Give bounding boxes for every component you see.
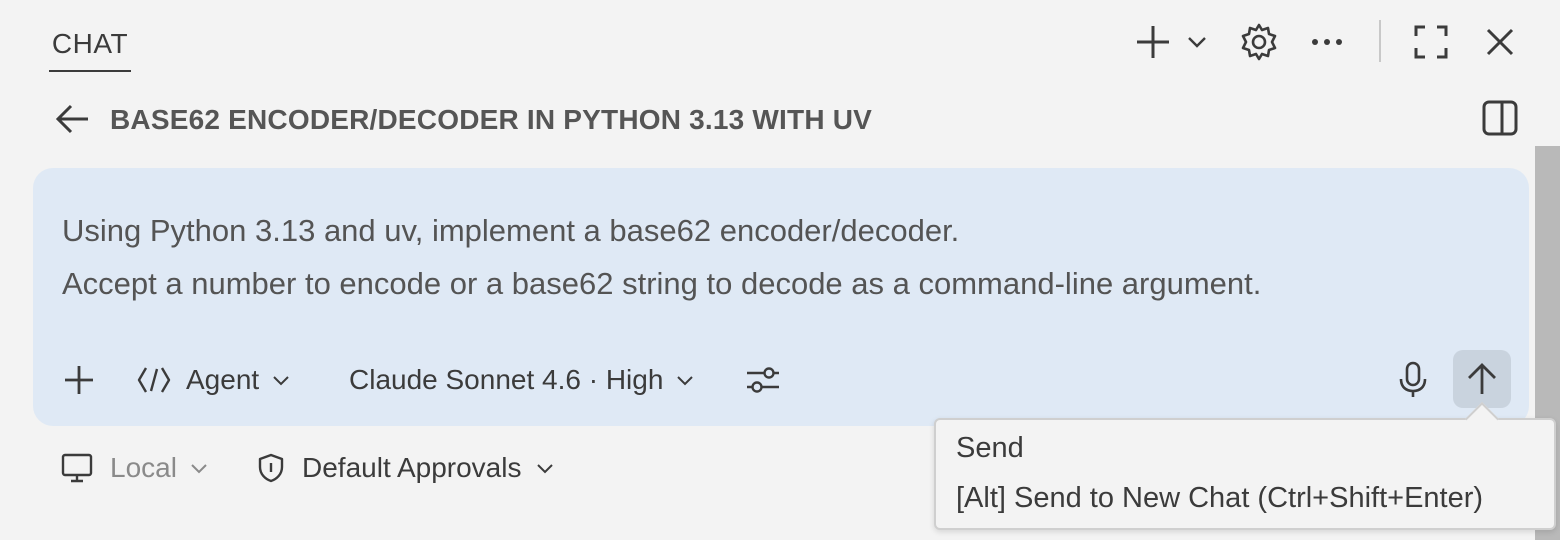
new-chat-button[interactable] xyxy=(1132,20,1174,64)
approvals-label: Default Approvals xyxy=(302,452,522,483)
send-tooltip: Send [Alt] Send to New Chat (Ctrl+Shift+… xyxy=(934,402,1556,530)
settings-button[interactable] xyxy=(1236,20,1282,64)
prompt-line-1: Using Python 3.13 and uv, implement a ba… xyxy=(62,213,960,248)
tab-chat-label: CHAT xyxy=(51,28,129,59)
chevron-down-icon xyxy=(677,376,694,386)
mode-label: Agent xyxy=(186,364,260,395)
chat-title: BASE62 ENCODER/DECODER IN PYTHON 3.13 WI… xyxy=(110,104,873,135)
gear-icon xyxy=(1241,23,1277,61)
prompt-text[interactable]: Using Python 3.13 and uv, implement a ba… xyxy=(62,204,1502,310)
tab-chat[interactable]: CHAT xyxy=(49,22,131,72)
ellipsis-icon xyxy=(1312,39,1342,45)
new-chat-dropdown-button[interactable] xyxy=(1182,20,1212,64)
maximize-icon xyxy=(1414,25,1448,59)
chat-input-box[interactable]: Using Python 3.13 and uv, implement a ba… xyxy=(33,168,1529,426)
chevron-down-icon xyxy=(191,464,207,474)
back-button[interactable] xyxy=(52,98,94,140)
microphone-icon xyxy=(1399,361,1427,397)
attach-button[interactable] xyxy=(61,358,97,402)
maximize-button[interactable] xyxy=(1408,20,1454,64)
location-label: Local xyxy=(110,452,177,483)
model-picker[interactable]: Claude Sonnet 4.6 · High xyxy=(349,358,695,402)
plus-icon xyxy=(1137,26,1169,58)
location-picker[interactable]: Local xyxy=(60,446,209,490)
chevron-down-icon xyxy=(1188,37,1206,48)
more-actions-button[interactable] xyxy=(1306,20,1348,64)
split-panel-icon xyxy=(1482,100,1518,136)
prompt-line-2: Accept a number to encode or a base62 st… xyxy=(62,266,1262,301)
approvals-picker[interactable]: Default Approvals xyxy=(256,446,555,490)
close-button[interactable] xyxy=(1478,20,1522,64)
chevron-down-icon xyxy=(273,376,289,386)
send-button[interactable] xyxy=(1453,350,1511,408)
sliders-icon xyxy=(747,367,779,393)
toggle-panel-button[interactable] xyxy=(1478,96,1522,140)
header-divider xyxy=(1379,20,1381,62)
chevron-down-icon xyxy=(537,464,554,474)
mode-picker[interactable]: Agent xyxy=(136,358,291,402)
close-icon xyxy=(1486,28,1514,56)
shield-icon xyxy=(258,453,284,483)
tooltip-send: Send xyxy=(956,432,1024,464)
monitor-icon xyxy=(61,453,93,483)
tooltip-send-new-chat: [Alt] Send to New Chat (Ctrl+Shift+Enter… xyxy=(956,482,1484,514)
model-label: Claude Sonnet 4.6 · High xyxy=(349,364,664,395)
arrow-left-icon xyxy=(55,104,88,134)
agent-icon xyxy=(137,367,171,393)
voice-input-button[interactable] xyxy=(1393,358,1433,402)
plus-icon xyxy=(65,366,93,394)
arrow-up-icon xyxy=(1468,363,1496,394)
configure-tools-button[interactable] xyxy=(743,358,783,402)
